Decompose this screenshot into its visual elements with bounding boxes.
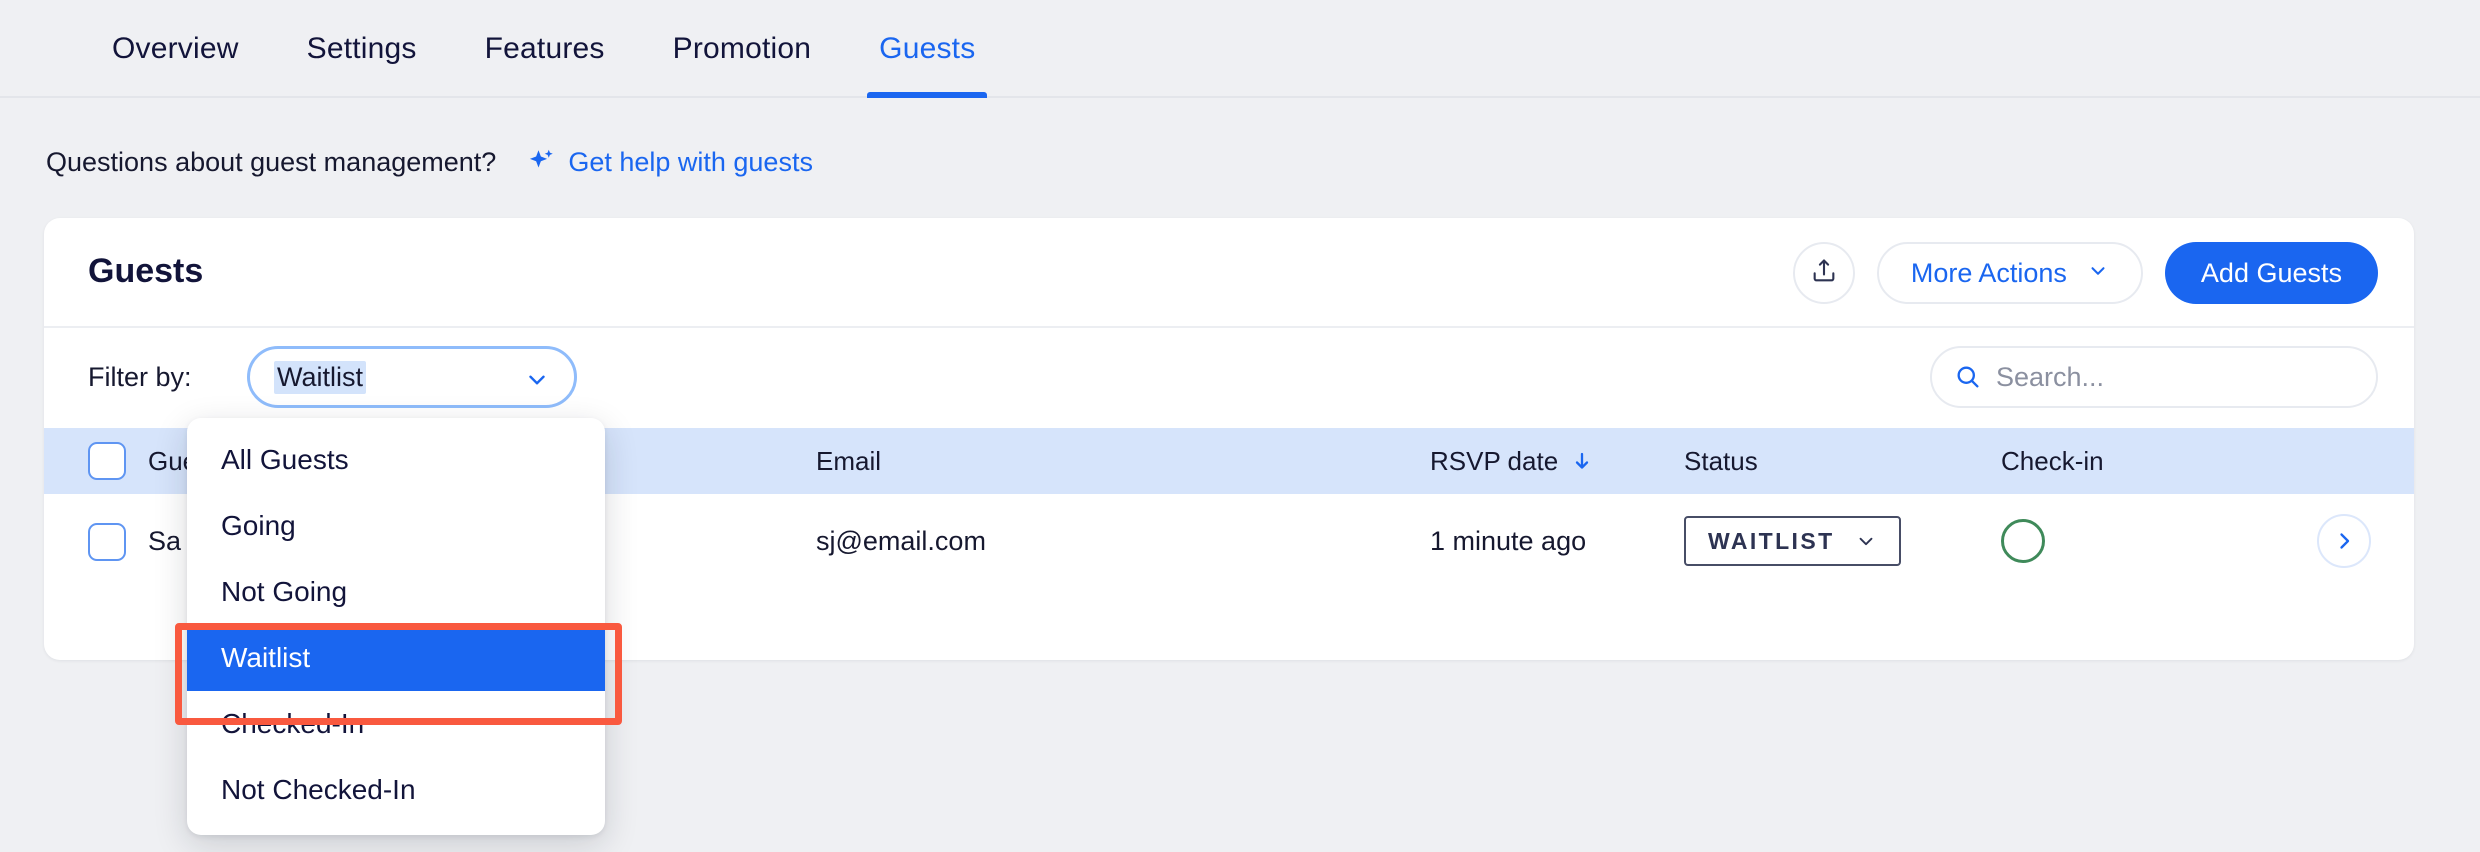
sparkle-icon	[526, 147, 556, 177]
help-line: Questions about guest management? Get he…	[46, 140, 813, 184]
filter-select-value: Waitlist	[274, 360, 366, 394]
page-root: Overview Settings Features Promotion Gue…	[0, 0, 2480, 852]
page-title: Guests	[88, 252, 204, 290]
menu-item-checked-in[interactable]: Checked-In	[187, 691, 605, 757]
menu-item-not-checked-in[interactable]: Not Checked-In	[187, 757, 605, 823]
add-guests-label: Add Guests	[2200, 257, 2342, 288]
menu-item-waitlist[interactable]: Waitlist	[187, 625, 605, 691]
chevron-down-icon	[2087, 258, 2109, 289]
export-button[interactable]	[1792, 242, 1855, 304]
column-email-label: Email	[816, 445, 882, 476]
checkin-toggle[interactable]	[2001, 519, 2045, 563]
more-actions-label: More Actions	[1910, 257, 2067, 288]
tab-guests-label: Guests	[879, 32, 976, 65]
chevron-down-icon	[524, 367, 550, 398]
filter-by-label: Filter by:	[88, 362, 192, 392]
select-all-checkbox[interactable]	[88, 442, 126, 480]
column-rsvp-date[interactable]: RSVP date	[1430, 446, 1594, 477]
tab-features-label: Features	[484, 32, 605, 65]
arrow-down-icon	[1570, 449, 1594, 473]
status-badge[interactable]: WAITLIST	[1684, 516, 1901, 566]
card-header: Guests More Actions Add Guests	[44, 218, 2414, 328]
tab-overview[interactable]: Overview	[78, 0, 273, 98]
get-help-with-guests-link[interactable]: Get help with guests	[526, 147, 813, 178]
row-select-checkbox[interactable]	[88, 522, 126, 561]
chevron-right-icon	[2332, 529, 2356, 553]
cell-row-action	[2317, 514, 2371, 568]
column-status[interactable]: Status	[1684, 446, 1758, 477]
cell-checkin	[2001, 519, 2045, 563]
menu-item-waitlist-label: Waitlist	[221, 642, 311, 673]
tab-features[interactable]: Features	[451, 0, 639, 98]
cell-guest: Sa	[148, 526, 182, 556]
column-status-label: Status	[1684, 445, 1758, 476]
help-link-label: Get help with guests	[568, 146, 813, 177]
chevron-down-icon	[1855, 530, 1877, 552]
menu-item-not-going-label: Not Going	[221, 576, 348, 607]
help-question: Questions about guest management?	[46, 146, 497, 177]
menu-item-all-guests-label: All Guests	[221, 444, 349, 475]
column-checkin[interactable]: Check-in	[2001, 446, 2104, 477]
column-checkin-label: Check-in	[2001, 445, 2104, 476]
status-badge-label: WAITLIST	[1708, 527, 1835, 554]
column-email[interactable]: Email	[816, 446, 881, 477]
filter-dropdown-menu: All Guests Going Not Going Waitlist Chec…	[187, 418, 605, 835]
menu-item-not-going[interactable]: Not Going	[187, 559, 605, 625]
tab-list: Overview Settings Features Promotion Gue…	[78, 0, 1009, 98]
cell-status: WAITLIST	[1684, 516, 1901, 566]
menu-item-going-label: Going	[221, 510, 296, 541]
column-rsvp-date-label: RSVP date	[1430, 445, 1559, 476]
tab-guests[interactable]: Guests	[845, 0, 1009, 98]
cell-rsvp-date: 1 minute ago	[1430, 526, 1587, 556]
search-placeholder: Search...	[1996, 361, 2105, 392]
menu-item-checked-in-label: Checked-In	[221, 708, 365, 739]
menu-top-spacer	[187, 418, 605, 427]
add-guests-button[interactable]: Add Guests	[2164, 242, 2378, 304]
search-icon	[1954, 363, 1982, 391]
tab-settings-label: Settings	[306, 32, 417, 65]
tab-promotion[interactable]: Promotion	[639, 0, 846, 98]
tab-bar: Overview Settings Features Promotion Gue…	[0, 0, 2480, 98]
cell-email: sj@email.com	[816, 526, 986, 556]
filter-row: Filter by: Waitlist Search...	[44, 328, 2414, 428]
search-input[interactable]: Search...	[1930, 346, 2378, 408]
more-actions-button[interactable]: More Actions	[1876, 242, 2143, 304]
row-detail-button[interactable]	[2317, 514, 2371, 568]
menu-item-going[interactable]: Going	[187, 493, 605, 559]
tab-settings[interactable]: Settings	[273, 0, 451, 98]
menu-item-not-checked-in-label: Not Checked-In	[221, 774, 416, 805]
tab-promotion-label: Promotion	[672, 32, 812, 65]
card-header-actions: More Actions Add Guests	[1792, 242, 2378, 304]
menu-item-all-guests[interactable]: All Guests	[187, 427, 605, 493]
filter-select[interactable]: Waitlist	[247, 346, 577, 408]
tab-overview-label: Overview	[112, 32, 239, 65]
upload-icon	[1810, 257, 1838, 290]
